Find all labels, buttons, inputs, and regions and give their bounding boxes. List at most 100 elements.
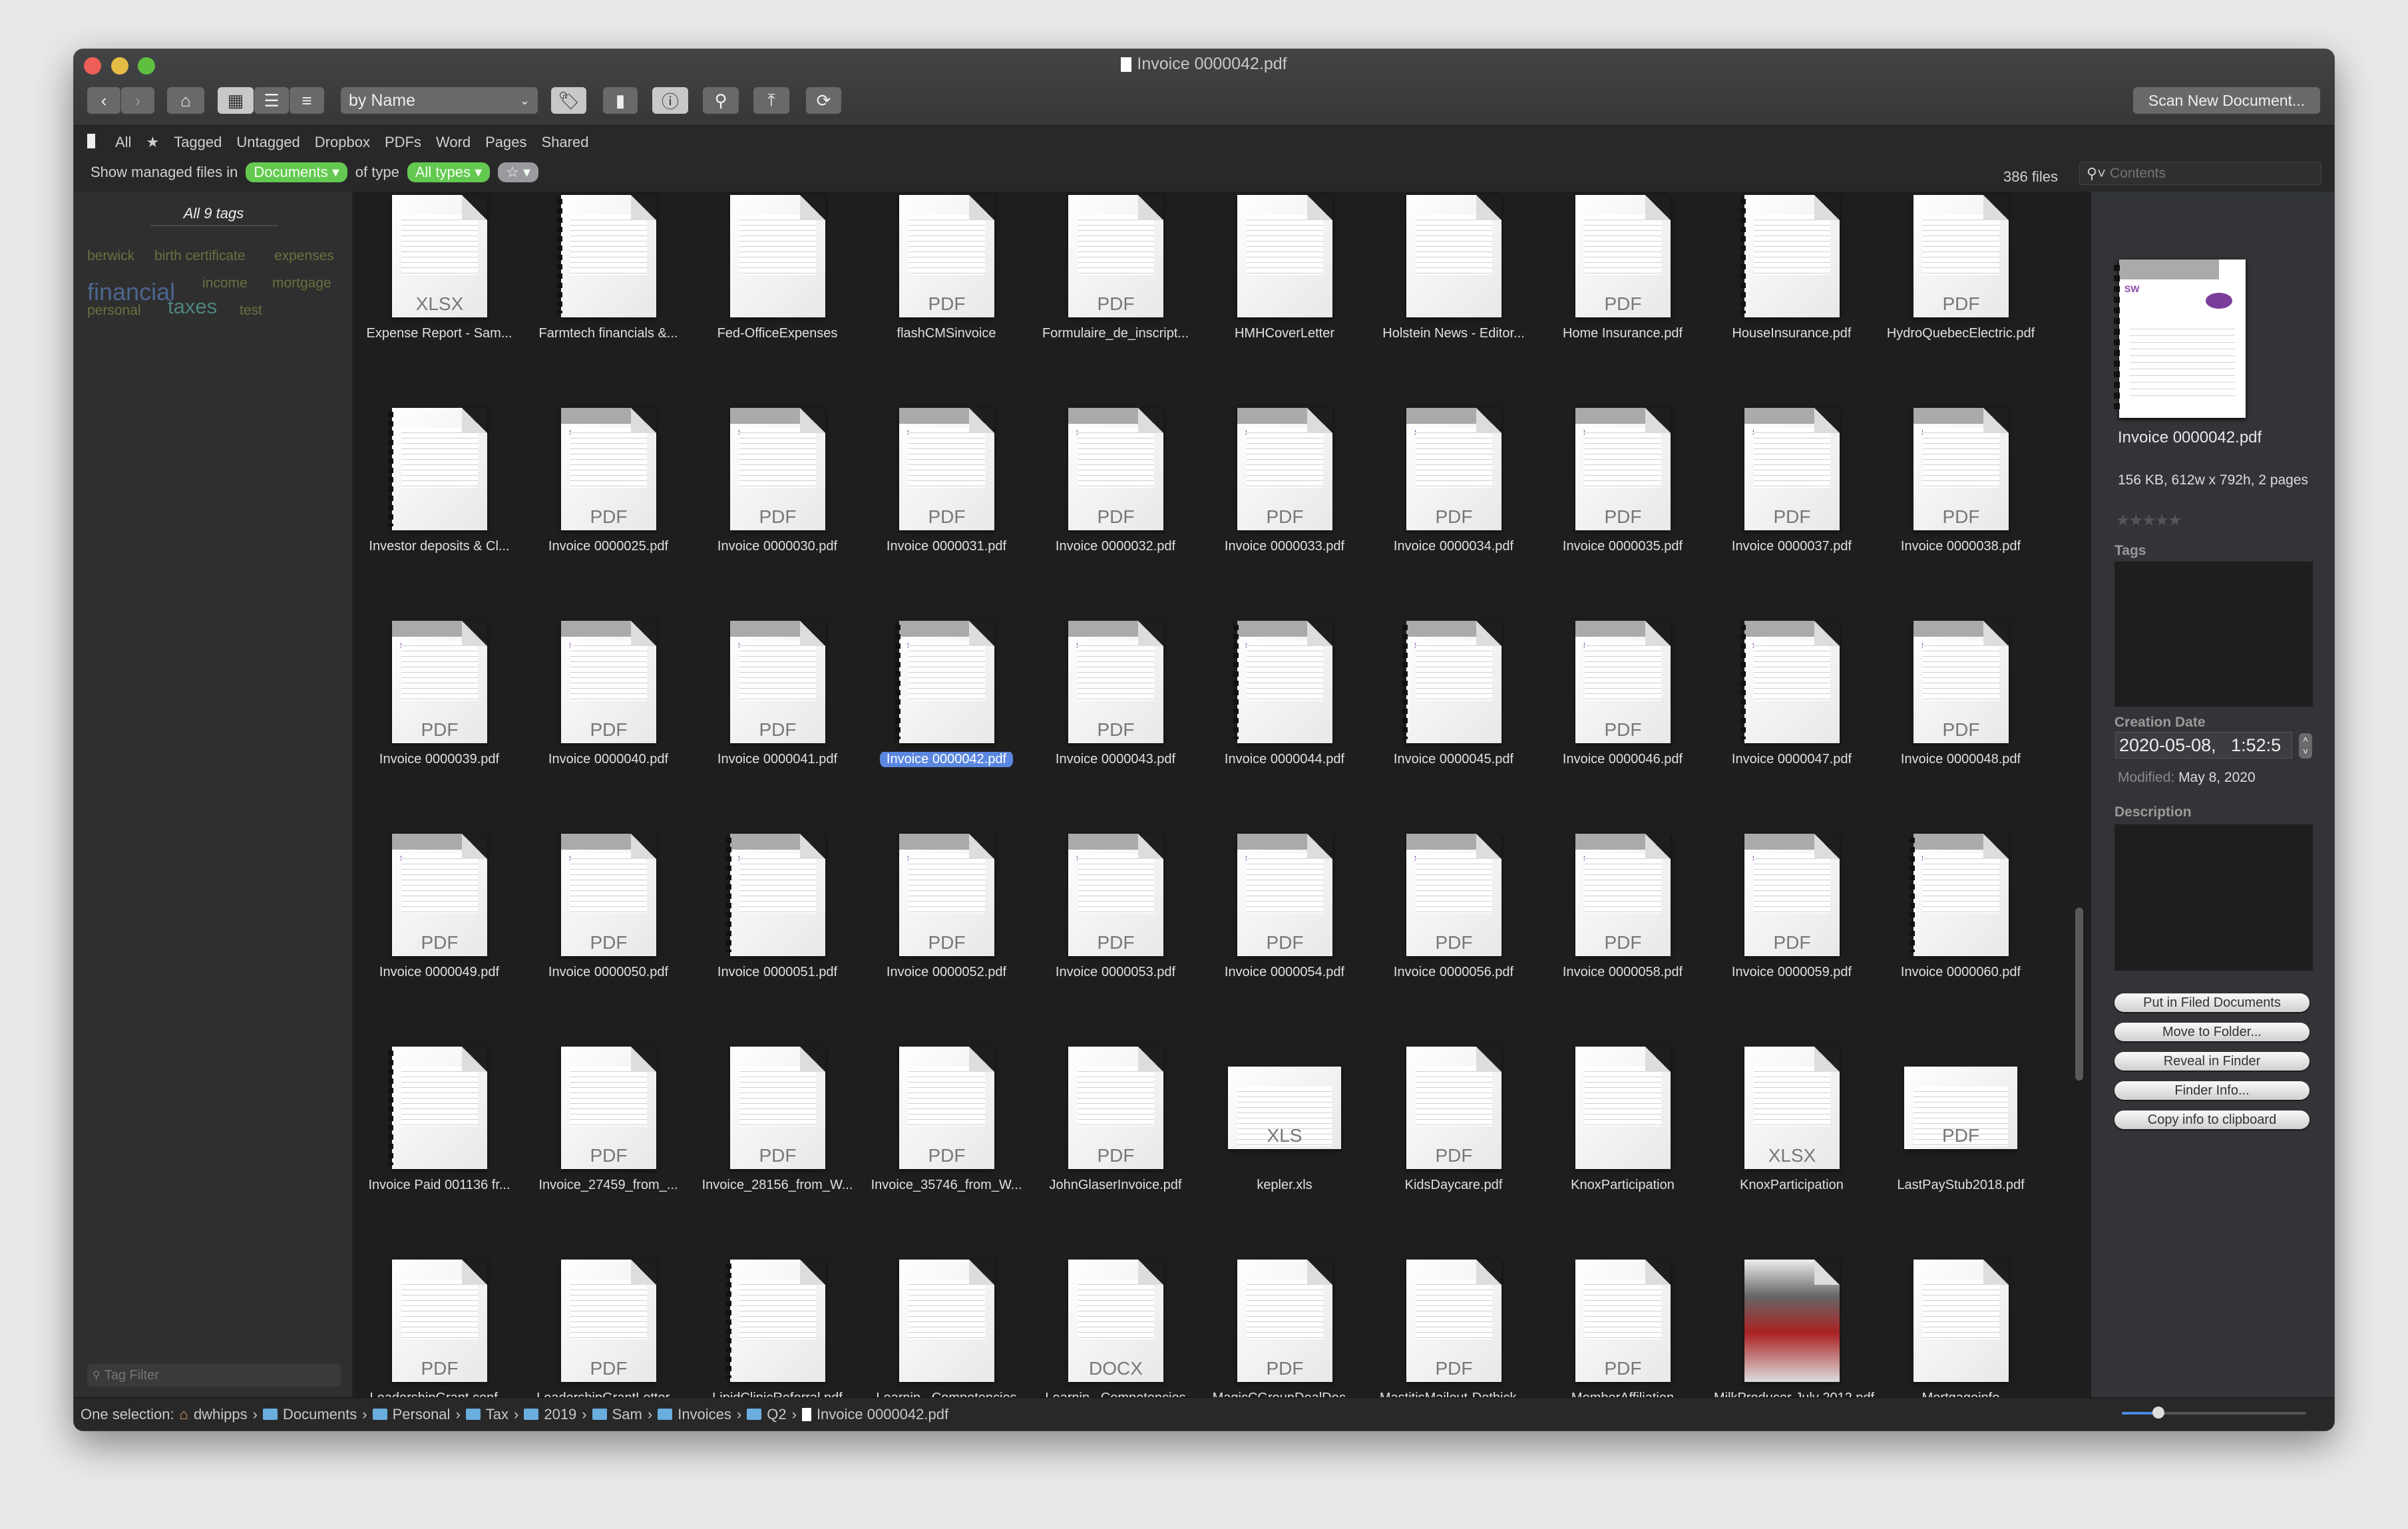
file-item[interactable]: SWPDF Invoice 0000025.pdf <box>524 408 693 607</box>
tag-button[interactable]: 🏷 <box>551 87 586 114</box>
file-item[interactable]: Farmtech financials &... <box>524 195 693 395</box>
tag-income[interactable]: income <box>202 275 248 291</box>
file-item[interactable]: SWPDF Invoice 0000040.pdf <box>524 621 693 820</box>
filter-tab-shared[interactable]: Shared <box>542 134 589 151</box>
copy-info-to-clipboard-button[interactable]: Copy info to clipboard <box>2114 1110 2309 1129</box>
breadcrumb-item[interactable]: Sam <box>612 1406 642 1423</box>
star-icon[interactable]: ★ <box>2142 512 2156 530</box>
file-item[interactable]: SW Invoice 0000044.pdf <box>1200 621 1369 820</box>
detail-view-button[interactable]: ≡ <box>290 87 324 114</box>
breadcrumb-item[interactable]: Tax <box>486 1406 508 1423</box>
description-field[interactable] <box>2114 824 2313 971</box>
breadcrumb-item[interactable]: Personal <box>393 1406 451 1423</box>
file-item[interactable]: SWPDF Invoice 0000037.pdf <box>1707 408 1876 607</box>
file-item[interactable]: PDF Invoice_27459_from_... <box>524 1047 693 1246</box>
grid-scrollbar[interactable] <box>2075 908 2083 1081</box>
file-item[interactable]: DOCX Learnin...Competencies <box>1031 1260 1200 1397</box>
home-button[interactable]: ⌂ <box>167 87 204 114</box>
file-item[interactable]: SWPDF Invoice 0000050.pdf <box>524 834 693 1033</box>
list-view-button[interactable]: ☰ <box>254 87 289 114</box>
star-icon[interactable]: ★ <box>2116 512 2130 530</box>
put-in-filed-documents-button[interactable]: Put in Filed Documents <box>2114 993 2309 1012</box>
contents-search-field[interactable]: ⚲˅ <box>2079 162 2321 185</box>
tag-filter-field[interactable]: ⚲ <box>87 1364 341 1387</box>
refresh-button[interactable]: ⟳ <box>806 87 841 114</box>
breadcrumb-item[interactable]: Documents <box>283 1406 357 1423</box>
file-item[interactable]: SW Invoice 0000042.pdf <box>862 621 1031 820</box>
star-icon[interactable]: ★ <box>2155 512 2169 530</box>
file-item[interactable]: PDF LeadershipGrant.conf... <box>355 1260 524 1397</box>
filter-tab-tagged[interactable]: Tagged <box>174 134 222 151</box>
file-item[interactable]: XLS kepler.xls <box>1200 1047 1369 1246</box>
file-item[interactable]: PDF Invoice_35746_from_W... <box>862 1047 1031 1246</box>
file-item[interactable]: SWPDF Invoice 0000035.pdf <box>1538 408 1707 607</box>
star-icon[interactable]: ★ <box>2168 512 2182 530</box>
file-item[interactable]: HMHCoverLetter <box>1200 195 1369 395</box>
file-item[interactable]: XLSX KnoxParticipation <box>1707 1047 1876 1246</box>
file-item[interactable]: SWPDF Invoice 0000052.pdf <box>862 834 1031 1033</box>
file-item[interactable]: SWPDF Invoice 0000053.pdf <box>1031 834 1200 1033</box>
rating-stars[interactable]: ★★★★★ <box>2116 511 2182 530</box>
filter-tab-untagged[interactable]: Untagged <box>236 134 300 151</box>
file-item[interactable]: SWPDF Invoice 0000046.pdf <box>1538 621 1707 820</box>
tag-birth-certificate[interactable]: birth certificate <box>154 248 246 264</box>
file-item[interactable]: SWPDF Invoice 0000034.pdf <box>1369 408 1538 607</box>
tags-field[interactable] <box>2114 562 2313 707</box>
forward-button[interactable]: › <box>121 87 154 114</box>
tag-berwick[interactable]: berwick <box>87 248 134 264</box>
filter-tab-pdfs[interactable]: PDFs <box>385 134 421 151</box>
file-item[interactable]: SWPDF Invoice 0000031.pdf <box>862 408 1031 607</box>
file-item[interactable]: PDF LastPayStub2018.pdf <box>1876 1047 2045 1246</box>
file-item[interactable]: PDF MagicCGroupDealDoc... <box>1200 1260 1369 1397</box>
star-filter-dropdown[interactable]: ☆ ▾ <box>498 162 539 182</box>
file-item[interactable]: PDF HydroQuebecElectric.pdf <box>1876 195 2045 395</box>
file-item[interactable]: SW Invoice 0000051.pdf <box>693 834 862 1033</box>
file-item[interactable]: Investor deposits & Cl... <box>355 408 524 607</box>
tag-expenses[interactable]: expenses <box>274 248 334 264</box>
file-item[interactable]: LipidClinicReferral.pdf <box>693 1260 862 1397</box>
file-item[interactable]: SWPDF Invoice 0000054.pdf <box>1200 834 1369 1033</box>
file-item[interactable]: PDF Invoice_28156_from_W... <box>693 1047 862 1246</box>
file-item[interactable]: PDF LeadershipGrantLetter... <box>524 1260 693 1397</box>
creation-date-field[interactable]: 2020-05-08, 1:52:5 <box>2115 732 2292 759</box>
breadcrumb-item[interactable]: dwhipps <box>194 1406 248 1423</box>
location-dropdown[interactable]: Documents ▾ <box>246 162 347 182</box>
file-item[interactable]: Invoice Paid 001136 fr... <box>355 1047 524 1246</box>
file-item[interactable]: SWPDF Invoice 0000058.pdf <box>1538 834 1707 1033</box>
file-item[interactable]: PDF MemberAffiliation <box>1538 1260 1707 1397</box>
file-item[interactable]: MilkProducer July 2012.pdf <box>1707 1260 1876 1397</box>
file-item[interactable]: PDF Home Insurance.pdf <box>1538 195 1707 395</box>
breadcrumb-item[interactable]: Invoice 0000042.pdf <box>817 1406 948 1423</box>
finder-info-button[interactable]: Finder Info... <box>2114 1081 2309 1100</box>
file-item[interactable]: SWPDF Invoice 0000049.pdf <box>355 834 524 1033</box>
file-item[interactable]: Learnin...Competencies <box>862 1260 1031 1397</box>
move-to-folder-button[interactable]: Move to Folder... <box>2114 1023 2309 1041</box>
file-item[interactable]: SW Invoice 0000060.pdf <box>1876 834 2045 1033</box>
file-item[interactable]: Mortgageinfo <box>1876 1260 2045 1397</box>
reveal-in-finder-button[interactable]: Reveal in Finder <box>2114 1052 2309 1071</box>
file-item[interactable]: PDF Formulaire_de_inscript... <box>1031 195 1200 395</box>
file-item[interactable]: PDF KidsDaycare.pdf <box>1369 1047 1538 1246</box>
file-item[interactable]: SWPDF Invoice 0000039.pdf <box>355 621 524 820</box>
file-item[interactable]: SWPDF Invoice 0000032.pdf <box>1031 408 1200 607</box>
filter-tab-dropbox[interactable]: Dropbox <box>315 134 370 151</box>
scroll-top-button[interactable]: ⤒ <box>753 87 789 114</box>
sort-dropdown[interactable]: by Name ⌄ <box>341 87 538 114</box>
file-item[interactable]: SWPDF Invoice 0000048.pdf <box>1876 621 2045 820</box>
breadcrumb-item[interactable]: 2019 <box>544 1406 576 1423</box>
file-item[interactable]: SWPDF Invoice 0000030.pdf <box>693 408 862 607</box>
tag-test[interactable]: test <box>240 303 262 319</box>
filter-tab-word[interactable]: Word <box>436 134 471 151</box>
star-icon[interactable]: ★ <box>2129 512 2143 530</box>
file-item[interactable]: SWPDF Invoice 0000041.pdf <box>693 621 862 820</box>
folder-button[interactable]: ▮ <box>603 87 638 114</box>
file-item[interactable]: PDF JohnGlaserInvoice.pdf <box>1031 1047 1200 1246</box>
file-item[interactable]: PDF MastitisMailout-Dethick... <box>1369 1260 1538 1397</box>
file-item[interactable]: SW Invoice 0000045.pdf <box>1369 621 1538 820</box>
filter-tab-pages[interactable]: Pages <box>485 134 526 151</box>
file-item[interactable]: SWPDF Invoice 0000059.pdf <box>1707 834 1876 1033</box>
breadcrumb-item[interactable]: Invoices <box>678 1406 731 1423</box>
file-item[interactable]: SWPDF Invoice 0000043.pdf <box>1031 621 1200 820</box>
thumbnail-size-slider[interactable] <box>2122 1407 2306 1419</box>
date-stepper[interactable]: ˄ ˅ <box>2299 733 2312 759</box>
